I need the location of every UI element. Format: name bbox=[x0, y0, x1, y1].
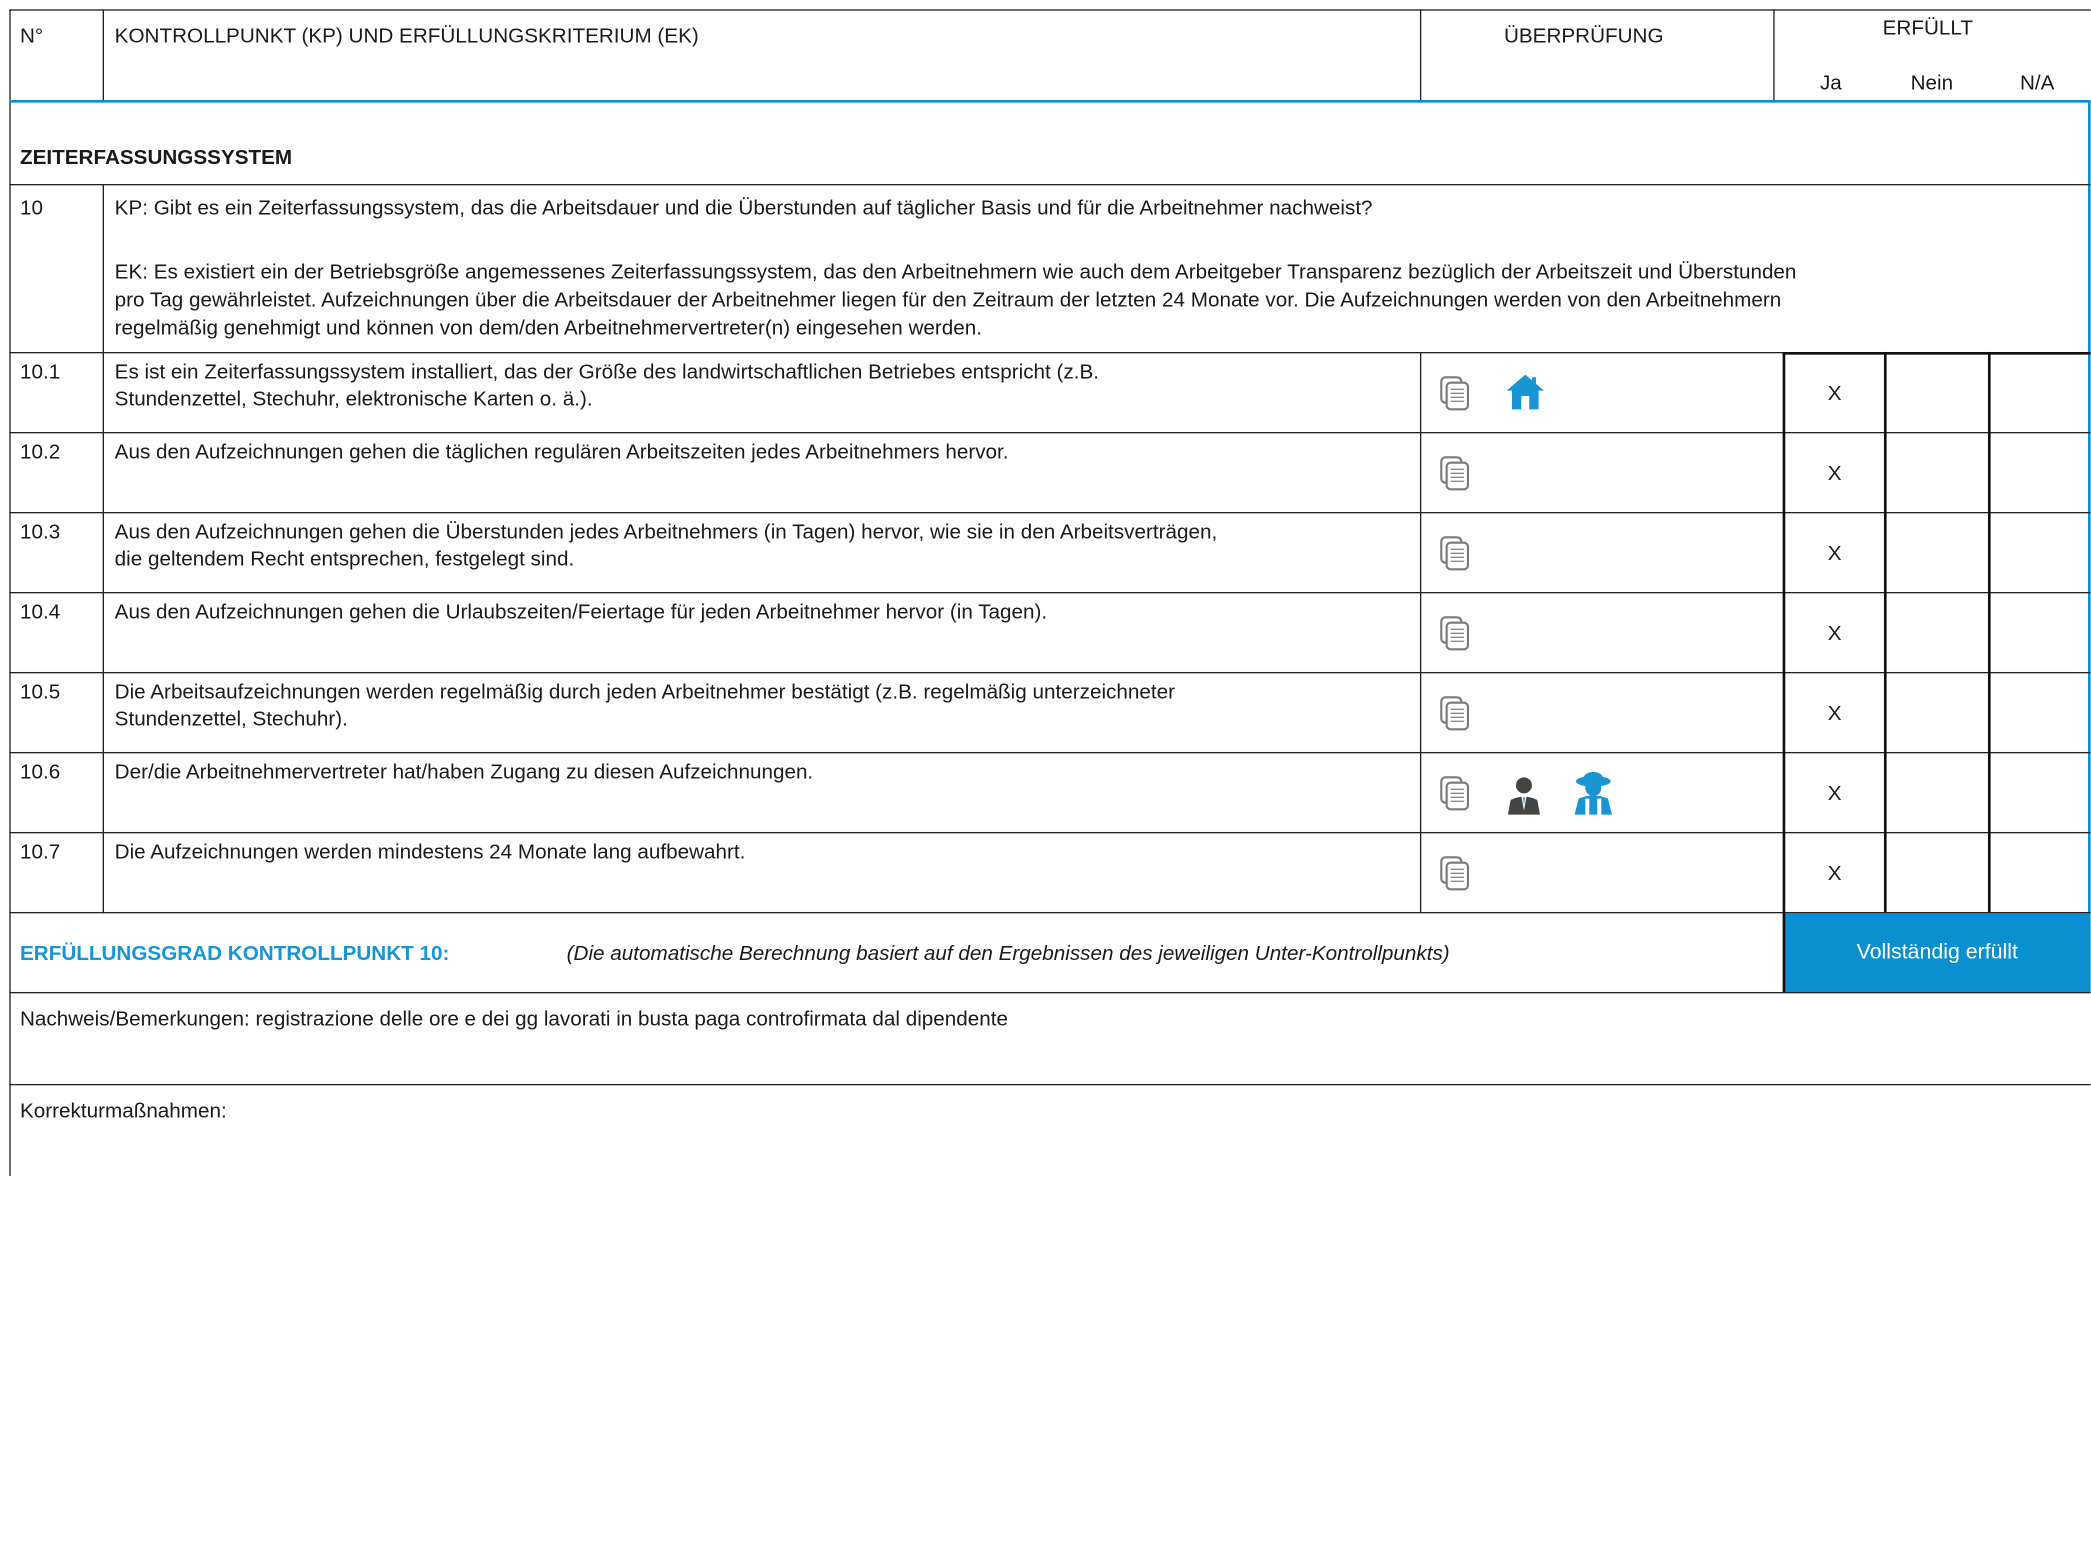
header-fulfilled: ERFÜLLT bbox=[1882, 17, 1973, 40]
column-divider bbox=[1419, 351, 1422, 912]
row-text-line: Aus den Aufzeichnungen gehen die Überstu… bbox=[114, 521, 1218, 544]
row-number: 10.2 bbox=[19, 441, 61, 464]
header-check: ÜBERPRÜFUNG bbox=[1503, 25, 1664, 48]
document-icon bbox=[1440, 536, 1470, 571]
header-title: KONTROLLPUNKT (KP) UND ERFÜLLUNGSKRITERI… bbox=[114, 25, 699, 48]
farm-house-icon bbox=[1506, 374, 1544, 410]
section-title: ZEITERFASSUNGSSYSTEM bbox=[19, 146, 293, 170]
document-icon bbox=[1440, 776, 1470, 811]
document-icon bbox=[1440, 456, 1470, 491]
row-mark-yes[interactable]: X bbox=[1784, 381, 1885, 406]
checklist-sheet: N° KONTROLLPUNKT (KP) UND ERFÜLLUNGSKRIT… bbox=[0, 0, 2091, 1176]
document-icon bbox=[1440, 696, 1470, 731]
row-text-line: Stundenzettel, Stechuhr, elektronische K… bbox=[114, 387, 593, 411]
row-divider bbox=[9, 751, 2091, 754]
main-point-kp: KP: Gibt es ein Zeiterfassungssystem, da… bbox=[114, 197, 1373, 220]
header-divider bbox=[9, 99, 2091, 102]
table-border bbox=[9, 9, 2091, 11]
column-divider bbox=[1419, 9, 1422, 100]
row-divider bbox=[9, 671, 2091, 674]
summary-note: (Die automatische Berechnung basiert auf… bbox=[566, 942, 1450, 966]
row-divider bbox=[9, 911, 2091, 914]
row-mark-yes[interactable]: X bbox=[1784, 541, 1885, 566]
row-text-line: Aus den Aufzeichnungen gehen die Urlaubs… bbox=[114, 601, 1048, 624]
row-mark-yes[interactable]: X bbox=[1784, 461, 1885, 486]
column-divider bbox=[1987, 351, 1991, 912]
main-point-ek-line: regelmäßig genehmigt und können von dem/… bbox=[114, 317, 983, 340]
row-text-line: Aus den Aufzeichnungen gehen die täglich… bbox=[114, 441, 1009, 464]
column-divider bbox=[1782, 351, 1786, 992]
header-yes: Ja bbox=[1819, 71, 1842, 95]
row-mark-yes[interactable]: X bbox=[1784, 621, 1885, 646]
section-right-border bbox=[2087, 99, 2090, 914]
header-number: N° bbox=[19, 25, 44, 48]
header-no: Nein bbox=[1910, 71, 1954, 95]
document-icon bbox=[1440, 616, 1470, 651]
status-badge: Vollständig erfüllt bbox=[1783, 913, 2091, 992]
column-divider bbox=[1773, 9, 1775, 100]
main-point-ek-line: pro Tag gewährleistet. Aufzeichnungen üb… bbox=[114, 289, 1782, 312]
row-number: 10.5 bbox=[19, 681, 61, 704]
row-number: 10.3 bbox=[19, 521, 61, 544]
row-divider bbox=[1782, 351, 2091, 355]
document-icon bbox=[1440, 856, 1470, 891]
row-divider bbox=[9, 511, 2091, 514]
row-text-line: Der/die Arbeitnehmervertreter hat/haben … bbox=[114, 761, 814, 784]
row-text-line: Es ist ein Zeiterfassungssystem installi… bbox=[114, 361, 1100, 384]
row-text-line: Die Arbeitsaufzeichnungen werden regelmä… bbox=[114, 681, 1175, 704]
summary-label: ERFÜLLUNGSGRAD KONTROLLPUNKT 10: bbox=[19, 942, 450, 966]
worker-icon bbox=[1574, 771, 1612, 815]
row-divider bbox=[9, 183, 2091, 186]
row-text-line: Die Aufzeichnungen werden mindestens 24 … bbox=[114, 841, 746, 864]
corrective-measures[interactable]: Korrekturmaßnahmen: bbox=[20, 1099, 227, 1124]
document-icon bbox=[1440, 376, 1470, 411]
row-mark-yes[interactable]: X bbox=[1784, 701, 1885, 726]
column-divider bbox=[1883, 351, 1887, 912]
row-text-line: die geltendem Recht entsprechen, festgel… bbox=[114, 547, 575, 571]
row-divider bbox=[9, 591, 2091, 594]
evidence-remarks[interactable]: Nachweis/Bemerkungen: registrazione dell… bbox=[20, 1007, 1008, 1032]
manager-icon bbox=[1507, 777, 1540, 815]
row-divider bbox=[9, 431, 2091, 434]
column-divider bbox=[102, 9, 104, 100]
row-divider bbox=[9, 831, 2091, 834]
row-number: 10.4 bbox=[19, 601, 61, 624]
row-text-line: Stundenzettel, Stechuhr). bbox=[114, 707, 348, 731]
main-point-number: 10 bbox=[19, 197, 43, 220]
column-divider bbox=[102, 183, 104, 914]
row-number: 10.7 bbox=[19, 841, 61, 864]
row-mark-yes[interactable]: X bbox=[1784, 861, 1885, 886]
main-point-ek-line: EK: Es existiert ein der Betriebsgröße a… bbox=[114, 261, 1797, 284]
row-mark-yes[interactable]: X bbox=[1784, 781, 1885, 806]
row-divider bbox=[9, 1083, 2091, 1086]
row-divider bbox=[9, 351, 2091, 354]
row-divider bbox=[9, 991, 2091, 994]
header-na: N/A bbox=[2019, 71, 2055, 95]
row-number: 10.1 bbox=[19, 361, 61, 384]
row-number: 10.6 bbox=[19, 761, 61, 784]
